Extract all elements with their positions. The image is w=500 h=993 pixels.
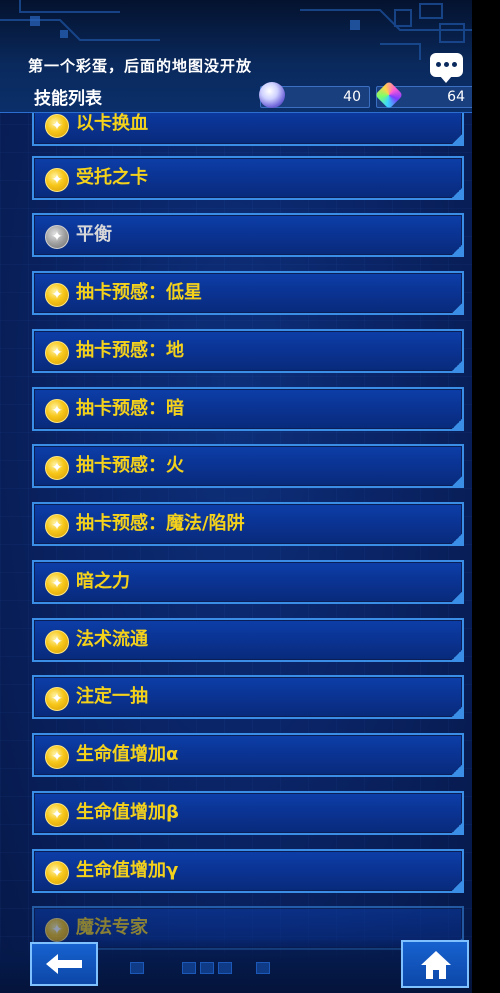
back-arrow-icon (46, 954, 82, 974)
skill-badge-icon (45, 456, 69, 480)
orb-count: 40 (343, 89, 361, 105)
notice-marquee: 第一个彩蛋，后面的地图没开放 (28, 57, 253, 75)
skill-badge-icon (45, 283, 69, 307)
orb-counter[interactable]: 40 (259, 82, 370, 108)
skill-item[interactable]: 暗之力 (32, 560, 464, 604)
skill-label: 法术流通 (76, 629, 148, 650)
app-screen: 以卡换血 受托之卡 平衡 抽卡预感：低星 抽卡预感：地 抽卡预感：暗 抽卡预感：… (0, 0, 472, 993)
orb-currency-icon (259, 82, 285, 108)
page-title: 技能列表 (34, 89, 102, 109)
skill-item[interactable]: 生命值增加γ (32, 849, 464, 893)
skill-badge-icon (45, 399, 69, 423)
skill-item[interactable]: 抽卡预感：魔法/陷阱 (32, 502, 464, 546)
skill-badge-icon (45, 225, 69, 249)
skill-badge-icon (45, 514, 69, 538)
skill-item[interactable]: 平衡 (32, 213, 464, 257)
skill-item[interactable]: 注定一抽 (32, 675, 464, 719)
skill-badge-icon (45, 803, 69, 827)
skill-label: 以卡换血 (76, 113, 148, 134)
skill-label: 抽卡预感：魔法/陷阱 (76, 513, 245, 534)
skill-label: 抽卡预感：火 (76, 455, 184, 476)
skill-label: 抽卡预感：低星 (76, 282, 202, 303)
skill-label: 注定一抽 (76, 686, 148, 707)
skill-label: 抽卡预感：暗 (76, 398, 184, 419)
skill-list[interactable]: 以卡换血 受托之卡 平衡 抽卡预感：低星 抽卡预感：地 抽卡预感：暗 抽卡预感：… (0, 112, 472, 993)
gem-currency-icon (374, 80, 404, 110)
skill-item[interactable]: 法术流通 (32, 618, 464, 662)
skill-item[interactable]: 生命值增加β (32, 791, 464, 835)
home-button[interactable] (401, 940, 469, 988)
skill-item[interactable]: 抽卡预感：暗 (32, 387, 464, 431)
skill-item[interactable]: 生命值增加α (32, 733, 464, 777)
skill-badge-icon (45, 168, 69, 192)
back-button[interactable] (30, 942, 98, 986)
skill-badge-icon (45, 630, 69, 654)
skill-label: 生命值增加β (76, 802, 179, 823)
skill-badge-icon (45, 745, 69, 769)
skill-badge-icon (45, 918, 69, 942)
gem-count: 64 (447, 89, 465, 105)
skill-item[interactable]: 抽卡预感：低星 (32, 271, 464, 315)
skill-badge-icon (45, 114, 69, 138)
skill-badge-icon (45, 572, 69, 596)
skill-badge-icon (45, 861, 69, 885)
chat-bubble-icon[interactable] (430, 53, 463, 83)
skill-label: 受托之卡 (76, 167, 148, 188)
gem-counter[interactable]: 64 (374, 80, 472, 110)
skill-label: 生命值增加α (76, 744, 179, 765)
skill-badge-icon (45, 341, 69, 365)
header-bar: 第一个彩蛋，后面的地图没开放 技能列表 40 64 (0, 0, 472, 113)
skill-label: 生命值增加γ (76, 860, 179, 881)
skill-item[interactable]: 以卡换血 (32, 112, 464, 146)
skill-item[interactable]: 抽卡预感：地 (32, 329, 464, 373)
skill-item[interactable]: 受托之卡 (32, 156, 464, 200)
skill-label: 抽卡预感：地 (76, 340, 184, 361)
skill-label: 平衡 (76, 224, 112, 245)
skill-badge-icon (45, 687, 69, 711)
skill-label: 暗之力 (76, 571, 130, 592)
skill-item[interactable]: 抽卡预感：火 (32, 444, 464, 488)
home-icon (421, 951, 451, 979)
